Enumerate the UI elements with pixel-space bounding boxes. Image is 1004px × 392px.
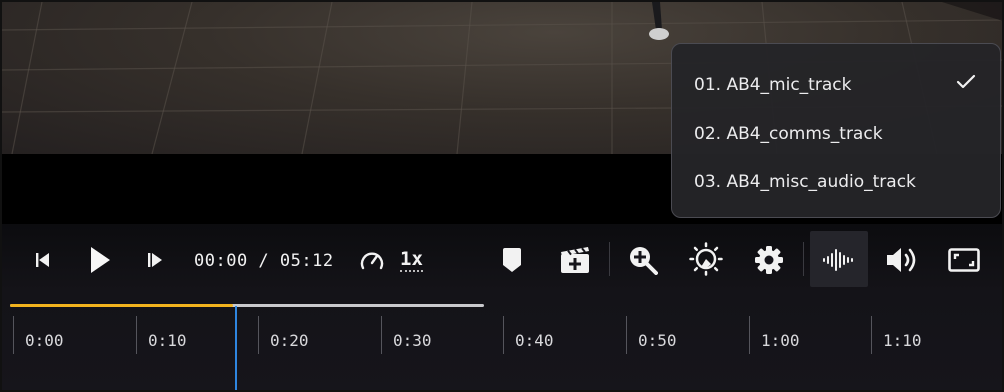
progress-fill (10, 304, 233, 307)
clapperboard-plus-icon (561, 247, 589, 273)
person-legs-image (649, 2, 669, 40)
progress-bar[interactable] (10, 304, 484, 307)
timeline-tick (13, 316, 14, 354)
audio-track-menu: 01. AB4_mic_track 02. AB4_comms_track 03… (671, 43, 1001, 218)
timeline-ruler[interactable]: 0:00 0:10 0:20 0:30 0:40 0:50 1:00 1:10 (2, 314, 1002, 390)
step-back-icon (36, 253, 49, 267)
brightness-button[interactable] (686, 238, 726, 280)
timeline-tick-label: 0:40 (515, 331, 554, 350)
timeline-tick-label: 0:20 (270, 331, 309, 350)
checkmark-icon (956, 74, 976, 89)
timeline-tick-label: 0:30 (393, 331, 432, 350)
play-icon (91, 247, 110, 273)
divider (803, 242, 804, 276)
timeline-tick (626, 316, 627, 354)
time-display: 00:00 / 05:12 (194, 251, 334, 271)
next-frame-button[interactable] (140, 242, 170, 278)
timeline-tick (258, 316, 259, 354)
add-clip-button[interactable] (556, 240, 594, 280)
menu-item-comms-track[interactable]: 02. AB4_comms_track (694, 120, 883, 148)
timeline-tick-label: 1:00 (761, 331, 800, 350)
bookmark-button[interactable] (496, 240, 528, 280)
settings-button[interactable] (750, 240, 788, 280)
playback-speed-button[interactable] (356, 242, 388, 278)
play-button[interactable] (82, 240, 118, 280)
brightness-icon (689, 242, 723, 276)
timeline-tick (749, 316, 750, 354)
fullscreen-icon (948, 248, 980, 272)
zoom-in-icon (630, 247, 658, 275)
timeline-tick (136, 316, 137, 354)
video-player: 00:00 / 05:12 1x 0:00 0:10 0:20 0:30 0:4… (0, 0, 1004, 392)
volume-icon (887, 248, 916, 272)
timeline-tick-label: 0:10 (148, 331, 187, 350)
timeline-tick-label: 0:50 (638, 331, 677, 350)
timeline-tick-label: 0:00 (25, 331, 64, 350)
playhead[interactable] (235, 306, 237, 390)
audio-track-button-icon-wrap[interactable] (818, 244, 860, 276)
menu-item-mic-track[interactable]: 01. AB4_mic_track (694, 71, 851, 99)
zoom-in-button[interactable] (624, 240, 662, 280)
volume-button[interactable] (882, 240, 922, 280)
step-forward-icon (148, 253, 162, 267)
bookmark-icon (503, 248, 521, 272)
timeline-tick (871, 316, 872, 354)
speed-value[interactable]: 1x (400, 248, 423, 272)
waveform-icon (823, 249, 853, 271)
fullscreen-button[interactable] (944, 242, 984, 278)
previous-frame-button[interactable] (28, 242, 58, 278)
divider (609, 242, 610, 276)
timeline-tick (381, 316, 382, 354)
menu-item-misc-audio-track[interactable]: 03. AB4_misc_audio_track (694, 168, 916, 196)
timeline-tick (503, 316, 504, 354)
gear-icon (755, 246, 783, 274)
speedometer-icon (360, 252, 384, 270)
timeline-tick-label: 1:10 (883, 331, 922, 350)
